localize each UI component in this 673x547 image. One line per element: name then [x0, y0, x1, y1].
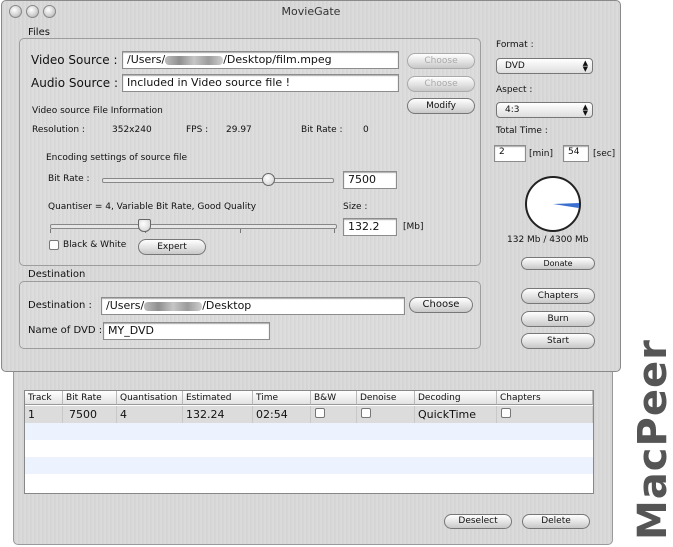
fps-label: FPS :: [186, 125, 209, 135]
size-field[interactable]: 132.2: [343, 218, 397, 236]
cell-estimated: 132.24: [183, 406, 253, 423]
column-header-estimated[interactable]: Estimated: [183, 391, 253, 405]
cell-chapters: [497, 406, 593, 423]
aspect-value: 4:3: [505, 105, 520, 115]
start-button[interactable]: Start: [521, 333, 595, 349]
video-source-label: Video Source :: [31, 53, 118, 67]
chapters-button[interactable]: Chapters: [521, 288, 595, 304]
title-bar: MovieGate: [2, 1, 620, 21]
quantiser-text: Quantiser = 4, Variable Bit Rate, Good Q…: [48, 202, 257, 212]
track-table: Track Bit Rate Quantisation Estimated Ti…: [24, 390, 594, 494]
black-white-checkbox[interactable]: [49, 240, 59, 250]
column-header-quantisation[interactable]: Quantisation: [117, 391, 183, 405]
size-unit: [Mb]: [403, 222, 424, 232]
popup-arrows-icon: ▲ ▼: [582, 59, 588, 73]
audio-source-field[interactable]: Included in Video source file !: [122, 74, 399, 92]
row-denoise-checkbox[interactable]: [361, 408, 371, 418]
column-header-bw[interactable]: B&W: [311, 391, 357, 405]
minutes-field[interactable]: 2: [494, 145, 526, 162]
files-group-title: Files: [28, 27, 50, 38]
audio-source-label: Audio Source :: [31, 76, 118, 90]
table-row-empty: [25, 440, 593, 457]
deselect-button[interactable]: Deselect: [444, 514, 512, 529]
total-time-label: Total Time :: [496, 126, 548, 136]
cell-bitrate: 7500: [63, 406, 117, 423]
size-label: Size :: [343, 202, 368, 212]
track-drawer: Track Bit Rate Quantisation Estimated Ti…: [13, 372, 613, 545]
destination-group-title: Destination: [28, 269, 86, 280]
window-title: MovieGate: [281, 5, 341, 18]
aspect-label: Aspect :: [496, 85, 533, 95]
resolution-value: 352x240: [112, 125, 152, 135]
info-title: Video source File Information: [32, 106, 163, 116]
black-white-label: Black & White: [63, 240, 127, 250]
modify-button[interactable]: Modify: [407, 98, 475, 114]
macpeer-watermark: MacPeer: [630, 339, 673, 540]
bitrate-slider-track[interactable]: [102, 178, 334, 183]
table-row-empty: [25, 457, 593, 474]
column-header-bitrate[interactable]: Bit Rate: [63, 391, 117, 405]
column-header-time[interactable]: Time: [253, 391, 311, 405]
destination-prefix: /Users/: [106, 299, 145, 312]
dvd-name-label: Name of DVD :: [28, 325, 103, 336]
table-row-empty: [25, 423, 593, 440]
expert-button[interactable]: Expert: [138, 239, 206, 255]
cell-quantisation: 4: [117, 406, 183, 423]
video-source-field[interactable]: /Users/ /Desktop/film.mpeg: [122, 51, 399, 69]
cell-time: 02:54: [253, 406, 311, 423]
audio-choose-button[interactable]: Choose: [407, 76, 475, 92]
main-window: MovieGate Files Video Source : /Users/ /D…: [1, 0, 621, 372]
video-choose-button[interactable]: Choose: [407, 53, 475, 69]
bitrate-slider-knob[interactable]: [261, 173, 275, 186]
cell-denoise: [357, 406, 415, 423]
redacted-username: [144, 301, 203, 311]
column-header-denoise[interactable]: Denoise: [357, 391, 415, 405]
row-bw-checkbox[interactable]: [315, 408, 325, 418]
popup-arrows-icon: ▲ ▼: [582, 103, 588, 117]
seconds-field[interactable]: 54: [563, 145, 589, 162]
donate-button[interactable]: Donate: [521, 257, 595, 270]
slider-tick: [240, 229, 241, 233]
seconds-unit: [sec]: [593, 149, 616, 159]
minutes-unit: [min]: [529, 149, 553, 159]
usage-text: 132 Mb / 4300 Mb: [507, 235, 589, 245]
resolution-label: Resolution :: [32, 125, 85, 135]
redacted-username: [165, 55, 224, 65]
cell-bw: [311, 406, 357, 423]
cell-decoding: QuickTime: [415, 406, 497, 423]
format-label: Format :: [496, 40, 534, 50]
burn-button[interactable]: Burn: [521, 311, 595, 327]
format-value: DVD: [505, 61, 525, 71]
encoding-bitrate-label: Bit Rate :: [48, 174, 90, 184]
destination-label: Destination :: [28, 300, 92, 311]
video-source-prefix: /Users/: [127, 53, 166, 66]
slider-tick: [334, 229, 335, 233]
bitrate-field[interactable]: 7500: [343, 171, 397, 189]
column-header-decoding[interactable]: Decoding: [415, 391, 497, 405]
format-popup[interactable]: DVD ▲ ▼: [496, 58, 593, 74]
delete-button[interactable]: Delete: [522, 514, 590, 529]
video-source-suffix: /Desktop/film.mpeg: [223, 53, 332, 66]
table-row[interactable]: 1 7500 4 132.24 02:54 QuickTime: [25, 406, 593, 423]
quantiser-slider-knob[interactable]: [138, 219, 152, 232]
destination-choose-button[interactable]: Choose: [409, 297, 473, 313]
quantiser-slider-track[interactable]: [50, 224, 337, 229]
disc-usage-pie: [525, 176, 581, 232]
destination-suffix: /Desktop: [202, 299, 252, 312]
encoding-title: Encoding settings of source file: [46, 153, 188, 163]
fps-value: 29.97: [226, 125, 252, 135]
dvd-name-field[interactable]: MY_DVD: [103, 322, 270, 340]
table-row-empty: [25, 474, 593, 491]
column-header-track[interactable]: Track: [25, 391, 63, 405]
row-chapters-checkbox[interactable]: [501, 408, 511, 418]
cell-track: 1: [25, 406, 63, 423]
source-bitrate-value: 0: [363, 125, 369, 135]
slider-tick: [50, 229, 51, 233]
column-header-chapters[interactable]: Chapters: [497, 391, 593, 405]
aspect-popup[interactable]: 4:3 ▲ ▼: [496, 102, 593, 118]
source-bitrate-label: Bit Rate :: [301, 125, 343, 135]
destination-field[interactable]: /Users/ /Desktop: [101, 297, 405, 315]
